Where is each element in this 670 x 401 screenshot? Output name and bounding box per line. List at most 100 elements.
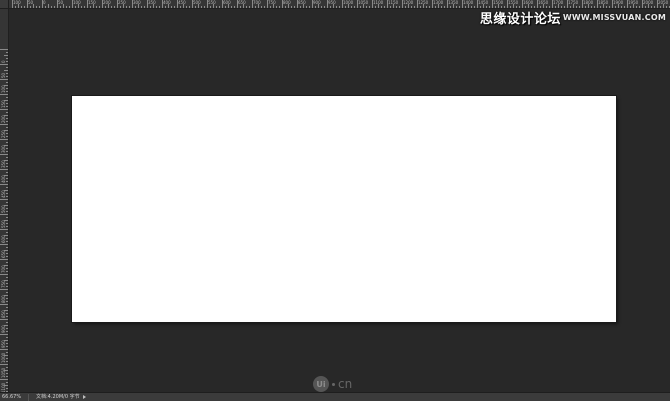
ruler-minor-tick [45,6,46,8]
ruler-minor-tick [6,172,8,173]
ruler-minor-tick [66,6,67,8]
ruler-major-tick [0,289,8,290]
ruler-minor-tick [450,6,451,8]
ruler-minor-tick [291,6,292,8]
ruler-minor-tick [6,283,8,284]
ruler-major-tick [0,49,8,50]
ruler-major-tick [0,304,8,305]
ruler-minor-tick [270,6,271,8]
ruler-minor-tick [414,6,415,8]
ruler-minor-tick [33,4,34,8]
ruler-minor-tick [6,223,8,224]
ruler-major-tick [0,184,8,185]
zoom-level-field[interactable]: 66.67% [1,393,29,401]
ruler-minor-tick [4,235,8,236]
ruler-tick-label: 950 [328,0,336,5]
ruler-minor-tick [4,205,8,206]
ruler-major-tick [0,109,8,110]
ruler-minor-tick [411,6,412,8]
ruler-minor-tick [384,6,385,8]
ruler-minor-tick [120,6,121,8]
ruler-minor-tick [174,6,175,8]
ruler-minor-tick [369,6,370,8]
ruler-tick-label: 300 [133,0,141,5]
ruler-minor-tick [126,6,127,8]
ruler-minor-tick [285,6,286,8]
ruler-minor-tick [6,298,8,299]
ruler-minor-tick [15,6,16,8]
ruler-minor-tick [90,6,91,8]
ruler-minor-tick [6,196,8,197]
document-canvas[interactable] [72,96,616,322]
watermark-site-text: WWW.MISSVUAN.COM [562,12,666,22]
ruler-major-tick [0,124,8,125]
ruler-minor-tick [6,211,8,212]
ruler-tick-label: 450 [178,0,186,5]
ruler-major-tick [0,259,8,260]
ruler-minor-tick [51,6,52,8]
ruler-minor-tick [6,388,8,389]
ruler-tick-label: 400 [163,0,171,5]
ruler-minor-tick [4,370,8,371]
ruler-minor-tick [306,6,307,8]
ui-logo-suffix: cn [338,377,353,391]
ruler-major-tick [0,139,8,140]
ruler-tick-label: 100 [73,0,81,5]
ruler-minor-tick [6,286,8,287]
ruler-minor-tick [6,241,8,242]
ruler-minor-tick [4,340,8,341]
ruler-minor-tick [135,6,136,8]
ruler-minor-tick [4,130,8,131]
ruler-minor-tick [6,61,8,62]
ruler-minor-tick [6,328,8,329]
ruler-minor-tick [6,97,8,98]
pasteboard-workspace[interactable] [9,9,670,392]
ruler-minor-tick [201,6,202,8]
ruler-minor-tick [228,4,229,8]
ruler-minor-tick [4,100,8,101]
watermark-cn-text: 思缘设计论坛 [479,11,561,27]
ruler-minor-tick [4,190,8,191]
ui-cn-logo-icon: Ui [313,376,329,392]
ruler-minor-tick [6,322,8,323]
ruler-minor-tick [6,52,8,53]
ruler-minor-tick [264,6,265,8]
ruler-minor-tick [18,4,19,8]
ruler-minor-tick [315,6,316,8]
ruler-origin-corner[interactable] [0,0,9,9]
status-menu-arrow-icon[interactable] [82,395,86,399]
ruler-major-tick [0,379,8,380]
ruler-minor-tick [30,6,31,8]
ruler-minor-tick [249,6,250,8]
ruler-minor-tick [240,6,241,8]
ruler-major-tick [0,244,8,245]
ruler-minor-tick [219,6,220,8]
ruler-minor-tick [276,6,277,8]
ruler-minor-tick [153,4,154,8]
ruler-minor-tick [6,256,8,257]
ruler-minor-tick [4,250,8,251]
ruler-tick-label: 850 [298,0,306,5]
ruler-minor-tick [333,4,334,8]
ruler-minor-tick [216,6,217,8]
ruler-minor-tick [6,133,8,134]
ruler-minor-tick [6,232,8,233]
ruler-minor-tick [6,268,8,269]
ruler-minor-tick [21,6,22,8]
ruler-minor-tick [6,178,8,179]
ruler-minor-tick [36,6,37,8]
ruler-major-tick [0,64,8,65]
ruler-minor-tick [408,4,409,8]
ruler-minor-tick [171,6,172,8]
ruler-minor-tick [426,6,427,8]
ruler-minor-tick [4,385,8,386]
ruler-major-tick [0,364,8,365]
ruler-minor-tick [309,6,310,8]
ruler-minor-tick [6,331,8,332]
ruler-minor-tick [6,376,8,377]
ruler-minor-tick [111,6,112,8]
vertical-ruler[interactable]: 0 50 100 150 200 250 300 350 400 450 500 550 600 650 7… [0,9,9,392]
ruler-minor-tick [375,6,376,8]
status-bar: 66.67% 文档:4.20M/0 字节 [0,392,670,401]
ruler-minor-tick [96,6,97,8]
